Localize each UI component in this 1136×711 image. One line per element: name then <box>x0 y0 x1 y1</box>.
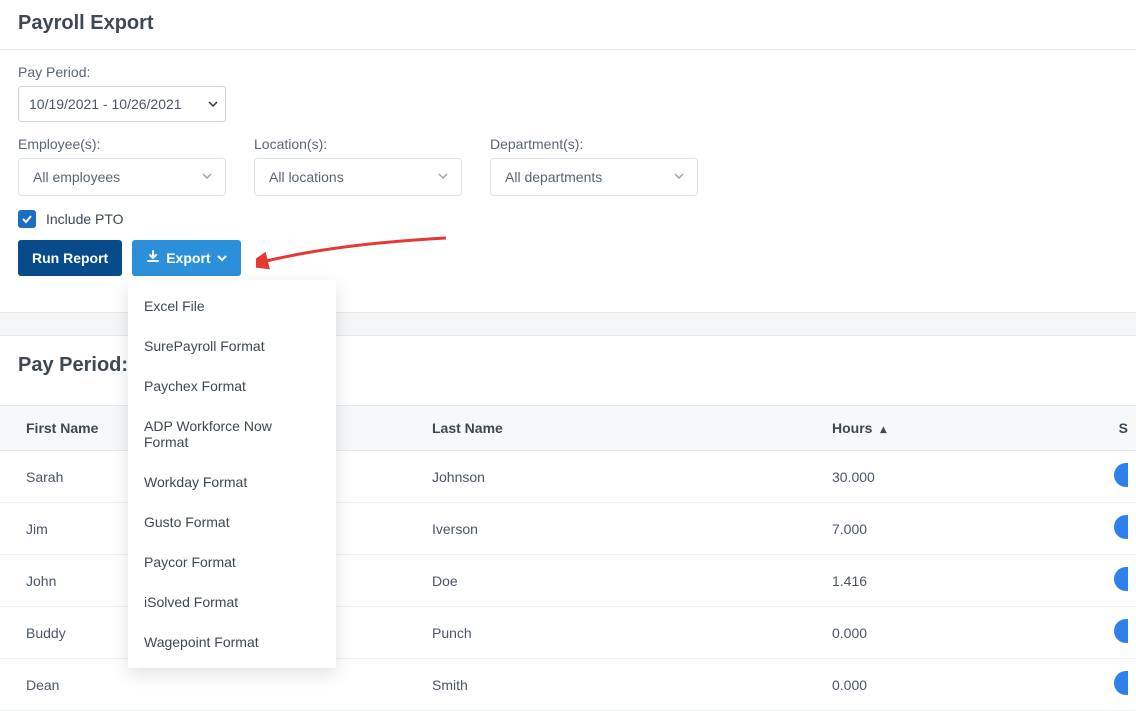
chevron-down-icon <box>201 169 213 185</box>
cell-action[interactable] <box>1080 555 1136 607</box>
page-title: Payroll Export <box>0 0 1136 50</box>
employees-select[interactable]: All employees <box>18 158 226 196</box>
cell-last-name: Punch <box>420 607 820 659</box>
cell-action[interactable] <box>1080 607 1136 659</box>
chevron-down-icon <box>217 250 227 266</box>
chevron-down-icon <box>673 169 685 185</box>
locations-value: All locations <box>269 169 344 185</box>
include-pto-label: Include PTO <box>46 211 124 227</box>
action-pill-icon <box>1114 671 1128 695</box>
check-icon <box>21 213 33 225</box>
col-s[interactable]: S <box>1080 406 1136 451</box>
cell-hours: 1.416 <box>820 555 1080 607</box>
col-hours[interactable]: Hours ▴ <box>820 406 1080 451</box>
action-pill-icon <box>1114 619 1128 643</box>
export-label: Export <box>166 250 210 266</box>
export-option[interactable]: Paycor Format <box>128 542 336 582</box>
cell-hours: 30.000 <box>820 451 1080 503</box>
cell-last-name: Doe <box>420 555 820 607</box>
cell-hours: 0.000 <box>820 607 1080 659</box>
departments-value: All departments <box>505 169 602 185</box>
employees-value: All employees <box>33 169 120 185</box>
export-option[interactable]: Excel File <box>128 286 336 326</box>
departments-label: Department(s): <box>490 136 698 152</box>
sort-asc-icon: ▴ <box>880 422 886 436</box>
action-pill-icon <box>1114 515 1128 539</box>
locations-select[interactable]: All locations <box>254 158 462 196</box>
chevron-down-icon <box>437 169 449 185</box>
export-option[interactable]: Paychex Format <box>128 366 336 406</box>
locations-label: Location(s): <box>254 136 462 152</box>
cell-hours: 7.000 <box>820 503 1080 555</box>
export-dropdown-menu: Excel File SurePayroll Format Paychex Fo… <box>128 280 336 668</box>
cell-action[interactable] <box>1080 503 1136 555</box>
col-last-name[interactable]: Last Name <box>420 406 820 451</box>
export-option[interactable]: SurePayroll Format <box>128 326 336 366</box>
pay-period-label: Pay Period: <box>18 64 1118 80</box>
export-option[interactable]: iSolved Format <box>128 582 336 622</box>
export-option[interactable]: ADP Workforce Now Format <box>128 406 336 462</box>
pay-period-select[interactable]: 10/19/2021 - 10/26/2021 <box>18 86 226 122</box>
departments-select[interactable]: All departments <box>490 158 698 196</box>
export-button[interactable]: Export <box>132 240 240 276</box>
employees-label: Employee(s): <box>18 136 226 152</box>
cell-last-name: Iverson <box>420 503 820 555</box>
export-option[interactable]: Wagepoint Format <box>128 622 336 662</box>
col-hours-label: Hours <box>832 420 872 436</box>
cell-last-name: Johnson <box>420 451 820 503</box>
export-option[interactable]: Workday Format <box>128 462 336 502</box>
cell-action[interactable] <box>1080 451 1136 503</box>
download-icon <box>146 250 160 267</box>
action-pill-icon <box>1114 567 1128 591</box>
run-report-button[interactable]: Run Report <box>18 240 122 276</box>
filter-panel: Pay Period: 10/19/2021 - 10/26/2021 Empl… <box>0 50 1136 282</box>
include-pto-checkbox[interactable] <box>18 210 36 228</box>
action-pill-icon <box>1114 463 1128 487</box>
export-option[interactable]: Gusto Format <box>128 502 336 542</box>
